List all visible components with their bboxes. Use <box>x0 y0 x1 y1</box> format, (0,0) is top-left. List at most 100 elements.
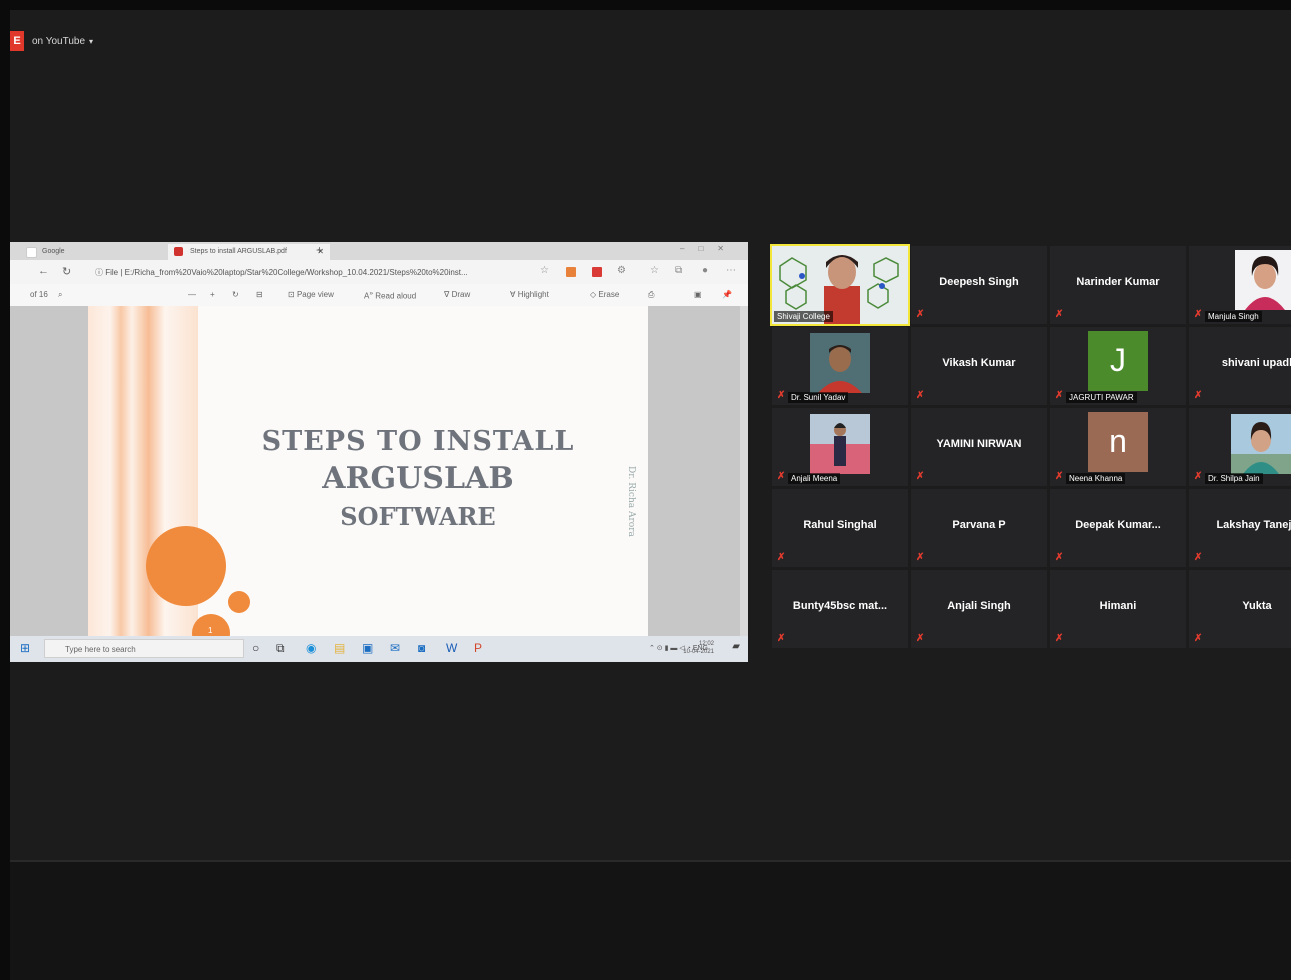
tab-google[interactable]: Google ✕ <box>20 244 182 260</box>
scrollbar[interactable] <box>740 306 748 636</box>
participant-tile[interactable]: Himani ✗ <box>1050 570 1186 648</box>
erase-button[interactable]: ◇ Erase <box>590 290 619 299</box>
participant-name: Bunty45bsc mat... <box>792 600 888 612</box>
participant-name: Himani <box>1099 600 1137 612</box>
star-icon[interactable]: ☆ <box>540 265 549 276</box>
back-icon[interactable]: ← <box>38 265 49 277</box>
participant-tile[interactable]: Parvana P ✗ <box>911 489 1047 567</box>
clock-date: 10-04-2021 <box>683 649 714 655</box>
clock-time: 12:02 <box>698 641 714 647</box>
highlight-button[interactable]: ∀ Highlight <box>510 290 549 299</box>
muted-mic-icon: ✗ <box>916 633 925 644</box>
participant-tile[interactable]: Deepesh Singh ✗ <box>911 246 1047 324</box>
avatar: n <box>1088 412 1148 472</box>
participant-name: Lakshay Taneja <box>1216 519 1291 531</box>
youtube-live-bar[interactable]: E on YouTube ▾ <box>10 30 93 52</box>
participant-tile[interactable]: Shivaji College <box>770 244 910 326</box>
new-tab-button[interactable]: + <box>316 243 323 257</box>
zoom-in-button[interactable]: + <box>210 290 215 299</box>
youtube-label[interactable]: on YouTube <box>32 36 85 47</box>
browser-tab-bar: Google ✕ Steps to install ARGUSLAB.pdf ✕… <box>10 242 748 260</box>
clock[interactable]: 12:02 10-04-2021 <box>683 640 714 656</box>
favorites-icon[interactable]: ☆ <box>650 265 659 276</box>
read-aloud-button[interactable]: A» Read aloud <box>364 290 416 301</box>
participant-tile[interactable]: ✗ Dr. Shilpa Jain <box>1189 408 1291 486</box>
windows-start-icon[interactable]: ⊞ <box>20 641 30 655</box>
profile-icon[interactable]: ● <box>702 265 708 276</box>
participant-tile[interactable]: ✗ Manjula Singh <box>1189 246 1291 324</box>
participant-tile[interactable]: YAMINI NIRWAN ✗ <box>911 408 1047 486</box>
task-view-icon[interactable]: ⧉ <box>276 641 285 656</box>
search-icon[interactable]: ⌕ <box>58 290 62 300</box>
more-icon[interactable]: ⋯ <box>726 265 736 276</box>
refresh-icon[interactable]: ↻ <box>62 265 71 278</box>
zoom-out-button[interactable]: — <box>188 290 196 299</box>
save-icon[interactable]: ▣ <box>694 290 702 299</box>
participant-photo <box>1231 414 1291 474</box>
page-view-label: Page view <box>296 290 334 299</box>
notification-icon[interactable]: ▰ <box>732 641 740 652</box>
tab-label: Steps to install ARGUSLAB.pdf <box>190 248 287 255</box>
draw-button[interactable]: ∇ Draw <box>444 290 470 299</box>
muted-mic-icon: ✗ <box>1194 309 1203 320</box>
participant-tile[interactable]: J ✗ JAGRUTI PAWAR <box>1050 327 1186 405</box>
fit-page-icon[interactable]: ⊟ <box>256 290 263 299</box>
participant-tile[interactable]: Vikash Kumar ✗ <box>911 327 1047 405</box>
participant-name: Vikash Kumar <box>942 357 1016 369</box>
zoom-app-icon[interactable]: ◙ <box>418 641 425 655</box>
file-explorer-icon[interactable]: ▤ <box>334 641 345 655</box>
chevron-down-icon[interactable]: ▾ <box>89 37 93 46</box>
participant-tile[interactable]: shivani upadhyay ✗ <box>1189 327 1291 405</box>
slide-title: STEPS TO INSTALL ARGUSLAB SOFTWARE <box>258 426 578 531</box>
muted-mic-icon: ✗ <box>1055 309 1064 320</box>
edge-icon[interactable]: ◉ <box>306 641 316 655</box>
draw-label: Draw <box>451 290 471 299</box>
page-count: of 16 <box>30 290 48 299</box>
extension-icon[interactable] <box>592 267 602 277</box>
store-icon[interactable]: ▣ <box>362 641 373 655</box>
page-view-button[interactable]: ⊡ Page view <box>288 290 334 299</box>
word-icon[interactable]: W <box>446 641 457 655</box>
pin-icon[interactable]: 📌 <box>722 290 732 299</box>
participant-name: Anjali Meena <box>788 473 841 484</box>
pdf-viewer[interactable]: STEPS TO INSTALL ARGUSLAB SOFTWARE Dr. R… <box>10 306 748 636</box>
participant-tile[interactable]: Rahul Singhal ✗ <box>772 489 908 567</box>
participant-tile[interactable]: Yukta ✗ <box>1189 570 1291 648</box>
window-controls[interactable]: –□✕ <box>680 244 738 253</box>
participant-name: Neena Khanna <box>1066 473 1126 484</box>
decorative-circle-large <box>146 526 226 606</box>
participant-tile[interactable]: ✗ Dr. Sunil Yadav <box>772 327 908 405</box>
google-icon <box>26 247 37 258</box>
muted-mic-icon: ✗ <box>916 390 925 401</box>
collections-icon[interactable]: ⧉ <box>675 265 682 276</box>
rotate-icon[interactable]: ↻ <box>232 290 239 299</box>
url-field[interactable]: ⓘ File | E:/Richa_from%20Vaio%20laptop/S… <box>95 267 468 278</box>
pdf-toolbar: of 16 ⌕ — + ↻ ⊟ ⊡ Page view A» Read alou… <box>10 284 748 307</box>
participant-name: YAMINI NIRWAN <box>936 438 1022 450</box>
participant-tile[interactable]: Bunty45bsc mat... ✗ <box>772 570 908 648</box>
powerpoint-icon[interactable]: P <box>474 641 482 655</box>
tab-label: Google <box>42 248 65 255</box>
muted-mic-icon: ✗ <box>916 471 925 482</box>
monitor-bezel <box>10 860 1291 980</box>
extension-icon[interactable] <box>566 267 576 277</box>
participant-tile[interactable]: Lakshay Taneja ✗ <box>1189 489 1291 567</box>
pdf-icon <box>174 247 183 256</box>
participant-name: Dr. Shilpa Jain <box>1205 473 1263 484</box>
taskbar-search-input[interactable]: Type here to search <box>44 639 244 658</box>
participant-name: Dr. Sunil Yadav <box>788 392 849 403</box>
print-icon[interactable]: ⎙ <box>648 290 654 300</box>
slide-title-line3: SOFTWARE <box>340 502 496 531</box>
participant-tile[interactable]: n ✗ Neena Khanna <box>1050 408 1186 486</box>
participant-tile[interactable]: Narinder Kumar ✗ <box>1050 246 1186 324</box>
participant-tile[interactable]: Anjali Singh ✗ <box>911 570 1047 648</box>
participant-tile[interactable]: Deepak Kumar... ✗ <box>1050 489 1186 567</box>
decorative-circle-small <box>228 591 250 613</box>
muted-mic-icon: ✗ <box>1194 552 1203 563</box>
cortana-icon[interactable]: ○ <box>252 641 259 655</box>
participant-tile[interactable]: ✗ Anjali Meena <box>772 408 908 486</box>
participant-photo <box>810 414 870 474</box>
tab-pdf[interactable]: Steps to install ARGUSLAB.pdf ✕ <box>168 244 330 260</box>
settings-icon[interactable]: ⚙ <box>617 265 626 276</box>
mail-icon[interactable]: ✉ <box>390 641 400 655</box>
